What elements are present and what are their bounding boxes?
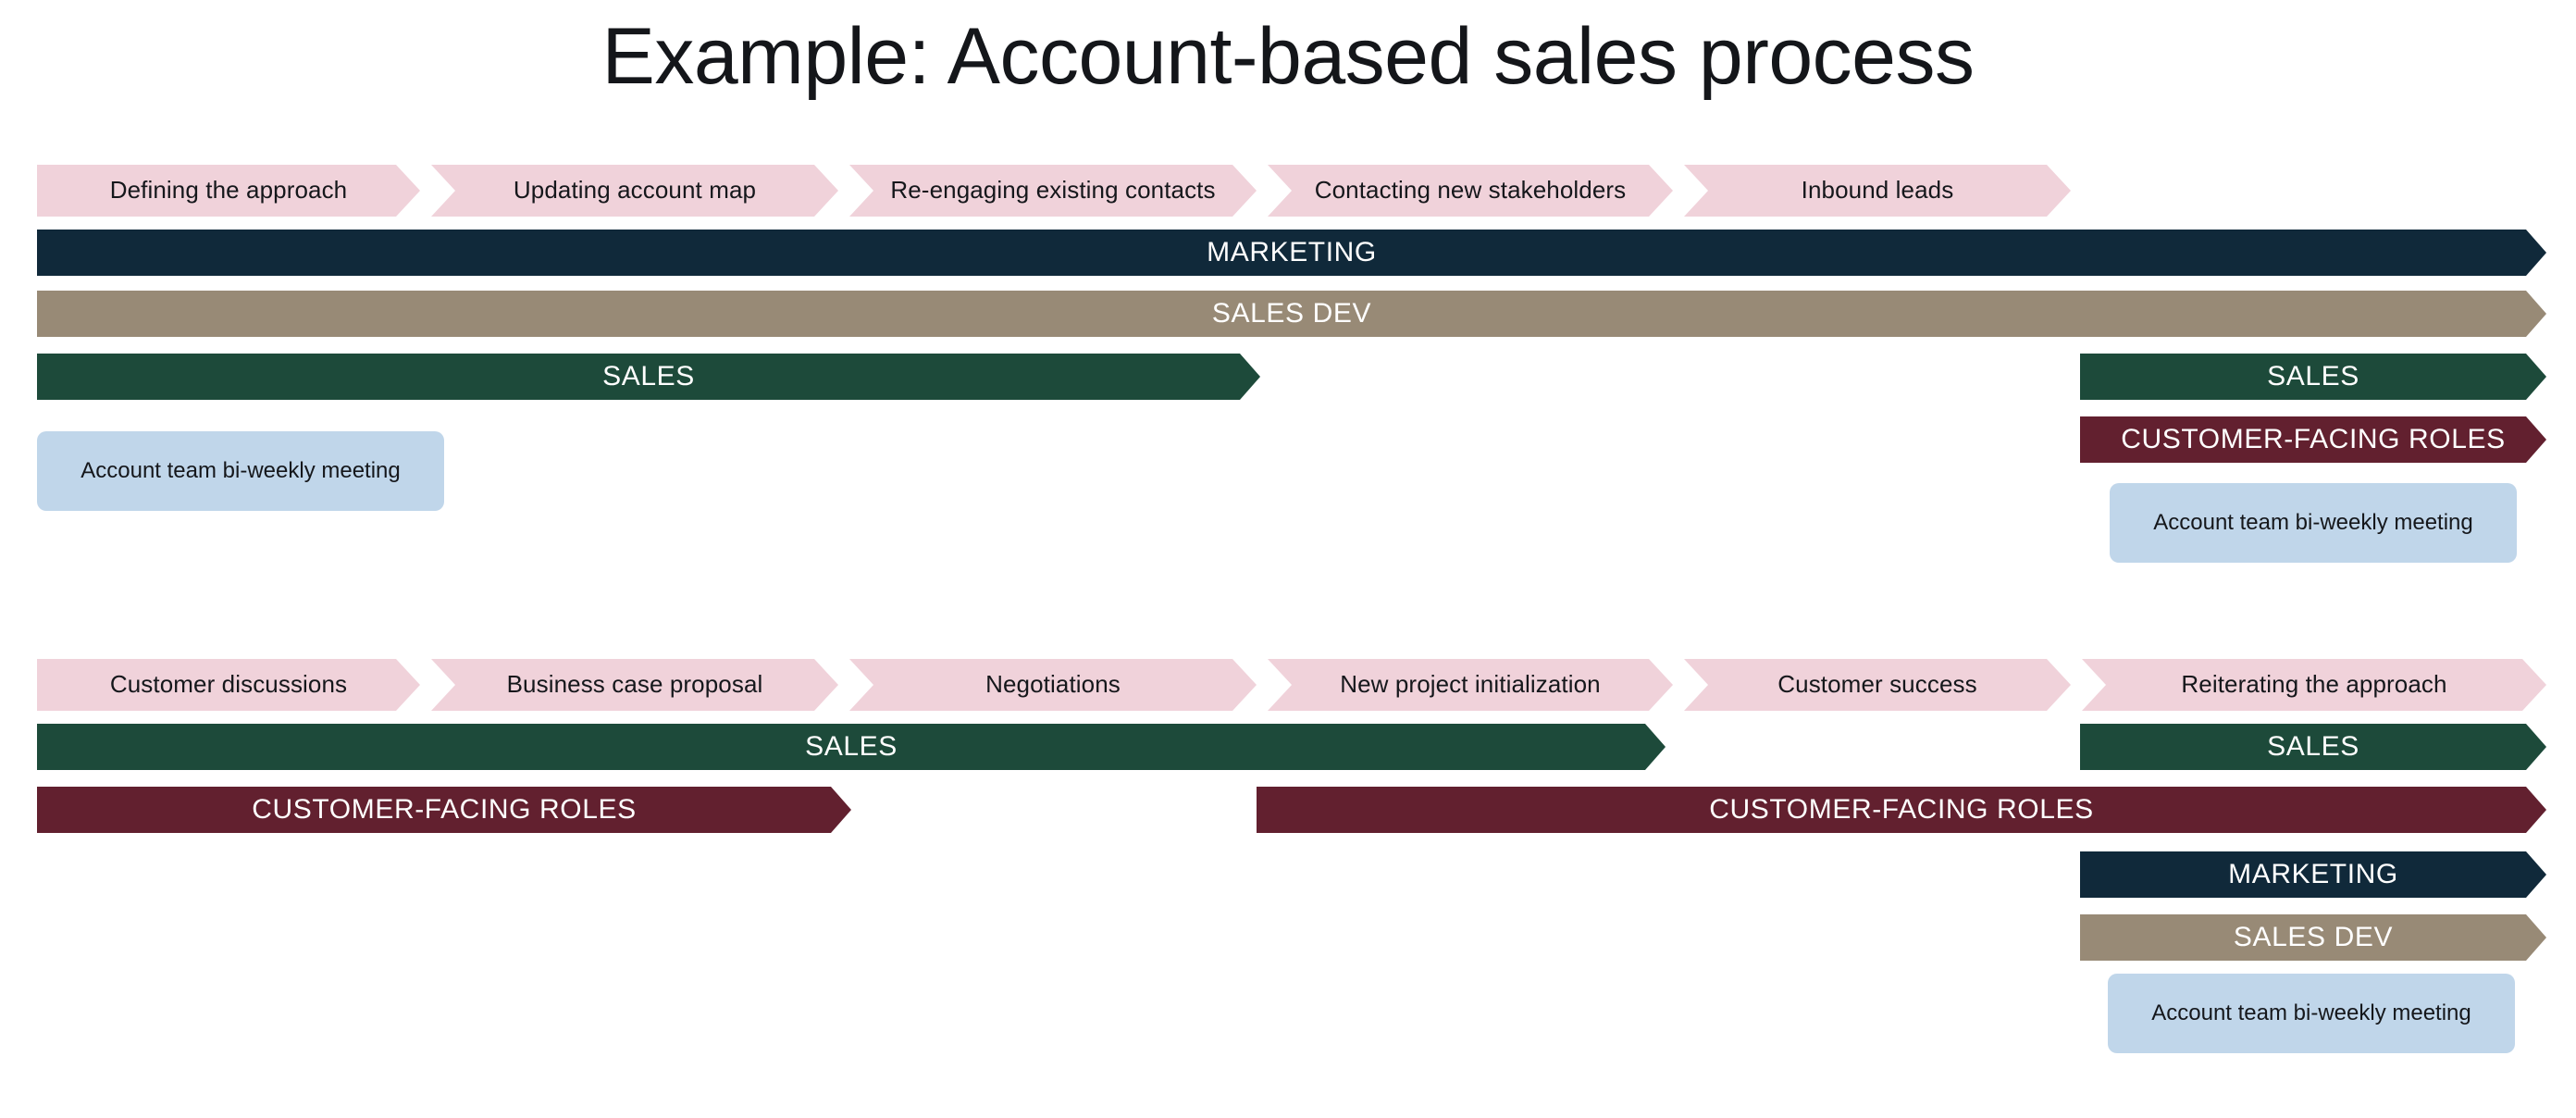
process-step-chevron[interactable]: Re-engaging existing contacts	[849, 165, 1257, 217]
meeting-note-label: Account team bi-weekly meeting	[2151, 1000, 2471, 1025]
meeting-note-label: Account team bi-weekly meeting	[2153, 509, 2473, 535]
role-bar-label: SALES DEV	[1211, 298, 1372, 329]
process-step-chevron[interactable]: Contacting new stakeholders	[1268, 165, 1673, 217]
role-bar-customer-facing[interactable]: CUSTOMER-FACING ROLES	[37, 787, 851, 833]
role-bar-customer-facing[interactable]: CUSTOMER-FACING ROLES	[1257, 787, 2546, 833]
role-bar-label: SALES	[2267, 361, 2359, 391]
process-step-chevron[interactable]: Customer success	[1684, 659, 2071, 711]
role-bar-label: SALES	[602, 361, 695, 391]
diagram-canvas: Example: Account-based sales process Def…	[0, 0, 2576, 1118]
process-step-chevron[interactable]: Business case proposal	[431, 659, 838, 711]
process-step-label: Updating account map	[513, 176, 757, 205]
role-bar-sales[interactable]: SALES	[2080, 354, 2546, 400]
role-bar-marketing[interactable]: MARKETING	[37, 230, 2546, 276]
process-step-label: Customer success	[1777, 670, 1977, 699]
meeting-note-box[interactable]: Account team bi-weekly meeting	[2108, 974, 2515, 1053]
meeting-note-box[interactable]: Account team bi-weekly meeting	[37, 431, 444, 511]
role-bar-sales-dev[interactable]: SALES DEV	[37, 291, 2546, 337]
role-bar-customer-facing[interactable]: CUSTOMER-FACING ROLES	[2080, 416, 2546, 463]
role-bar-label: MARKETING	[1207, 237, 1377, 267]
process-step-label: Inbound leads	[1801, 176, 1954, 205]
process-step-chevron[interactable]: Inbound leads	[1684, 165, 2071, 217]
process-step-label: Negotiations	[985, 670, 1121, 699]
process-step-label: Customer discussions	[109, 670, 348, 699]
role-bar-label: CUSTOMER-FACING ROLES	[1709, 794, 2094, 825]
process-step-label: New project initialization	[1340, 670, 1601, 699]
role-bar-label: MARKETING	[2228, 859, 2398, 889]
role-bar-sales[interactable]: SALES	[37, 354, 1260, 400]
process-step-label: Defining the approach	[109, 176, 348, 205]
process-step-chevron[interactable]: Defining the approach	[37, 165, 420, 217]
process-step-label: Business case proposal	[506, 670, 763, 699]
role-bar-sales-dev[interactable]: SALES DEV	[2080, 914, 2546, 961]
page-title: Example: Account-based sales process	[601, 12, 1975, 101]
meeting-note-label: Account team bi-weekly meeting	[80, 457, 401, 483]
process-step-chevron[interactable]: Customer discussions	[37, 659, 420, 711]
meeting-note-box[interactable]: Account team bi-weekly meeting	[2110, 483, 2517, 563]
process-step-label: Contacting new stakeholders	[1314, 176, 1627, 205]
role-bar-sales[interactable]: SALES	[37, 724, 1666, 770]
role-bar-label: SALES	[2267, 731, 2359, 762]
process-step-chevron[interactable]: Negotiations	[849, 659, 1257, 711]
process-step-label: Re-engaging existing contacts	[890, 176, 1216, 205]
process-step-label: Reiterating the approach	[2181, 670, 2447, 699]
role-bar-marketing[interactable]: MARKETING	[2080, 851, 2546, 898]
role-bar-label: CUSTOMER-FACING ROLES	[2121, 424, 2506, 454]
process-step-chevron[interactable]: Updating account map	[431, 165, 838, 217]
role-bar-sales[interactable]: SALES	[2080, 724, 2546, 770]
role-bar-label: SALES	[805, 731, 898, 762]
process-step-chevron[interactable]: Reiterating the approach	[2082, 659, 2546, 711]
process-step-chevron[interactable]: New project initialization	[1268, 659, 1673, 711]
role-bar-label: SALES DEV	[2233, 922, 2394, 952]
role-bar-label: CUSTOMER-FACING ROLES	[252, 794, 637, 825]
